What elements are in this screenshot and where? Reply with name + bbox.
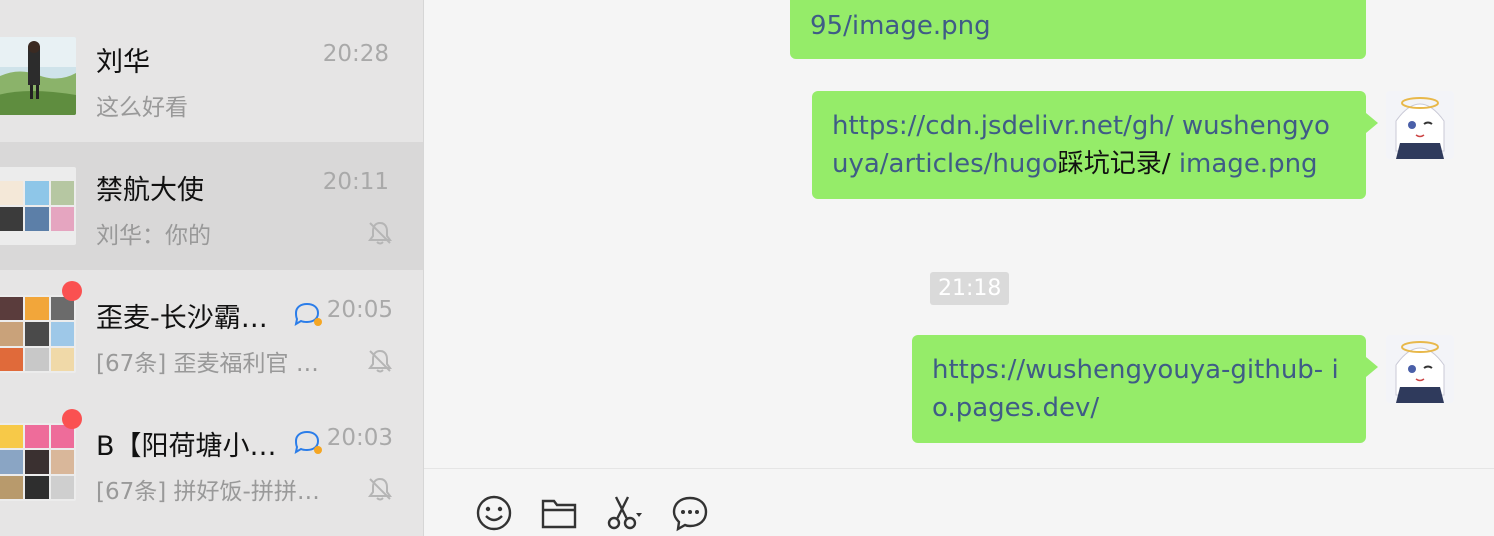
message-bubble[interactable]: 95/image.png [790, 0, 1366, 59]
chat-preview: 刘华：你的 [96, 223, 211, 249]
mute-bell-icon [368, 349, 392, 373]
mute-bell-icon [368, 221, 392, 245]
chat-list: 刘华 20:28 这么好看 禁航大使 20:11 刘华：你的 歪麦-长沙霸… 2… [0, 0, 424, 536]
avatar [0, 295, 76, 373]
time-divider: 21:18 [930, 272, 1010, 305]
chat-name: 歪麦-长沙霸… [96, 303, 268, 334]
chat-item-yanghetang[interactable]: B【阳荷塘小… 20:03 [67条] 拼好饭-拼拼… [0, 398, 423, 526]
chat-time: 20:28 [322, 41, 389, 67]
input-toolbar [424, 468, 1494, 536]
unread-dot [62, 281, 82, 301]
avatar [0, 167, 76, 245]
message-bubble[interactable]: https://cdn.jsdelivr.net/gh/ wushengyouy… [812, 91, 1378, 199]
chat-time: 20:11 [322, 169, 389, 195]
mention-chat-icon [294, 430, 322, 455]
chat-bubble-icon[interactable] [670, 493, 710, 533]
chat-time: 20:03 [326, 425, 393, 451]
emoji-icon[interactable] [474, 493, 514, 533]
avatar[interactable] [1386, 335, 1454, 403]
message-list: 95/image.png https://cdn.jsdelivr.net/gh… [424, 0, 1494, 468]
chat-preview: [67条] 歪麦福利官 … [96, 351, 319, 377]
avatar [0, 423, 76, 501]
avatar[interactable] [1386, 91, 1454, 159]
chat-item-jinhang[interactable]: 禁航大使 20:11 刘华：你的 [0, 142, 423, 270]
chat-preview: 这么好看 [96, 95, 188, 121]
chat-panel: 95/image.png https://cdn.jsdelivr.net/gh… [424, 0, 1494, 536]
mute-bell-icon [368, 477, 392, 501]
chat-name: 刘华 [96, 47, 150, 78]
message-link[interactable]: 95/image.png [810, 11, 991, 41]
chat-item-waimai[interactable]: 歪麦-长沙霸… 20:05 [67条] 歪麦福利官 … [0, 270, 423, 398]
chat-preview: [67条] 拼好饭-拼拼… [96, 479, 320, 505]
message-link[interactable]: https://wushengyouya-github- io.pages.de… [932, 355, 1339, 423]
chat-name: B【阳荷塘小… [96, 431, 277, 462]
message-text: 踩坑记录/ [1057, 149, 1171, 179]
unread-dot [62, 409, 82, 429]
message-link[interactable]: image.png [1171, 149, 1318, 179]
chat-time: 20:05 [326, 297, 393, 323]
folder-icon[interactable] [539, 493, 579, 533]
chat-item-liuhua[interactable]: 刘华 20:28 这么好看 [0, 14, 423, 142]
avatar [0, 37, 76, 115]
scissors-icon[interactable] [606, 493, 646, 533]
mention-chat-icon [294, 302, 322, 327]
message-bubble[interactable]: https://wushengyouya-github- io.pages.de… [912, 335, 1378, 443]
chat-name: 禁航大使 [96, 175, 204, 206]
